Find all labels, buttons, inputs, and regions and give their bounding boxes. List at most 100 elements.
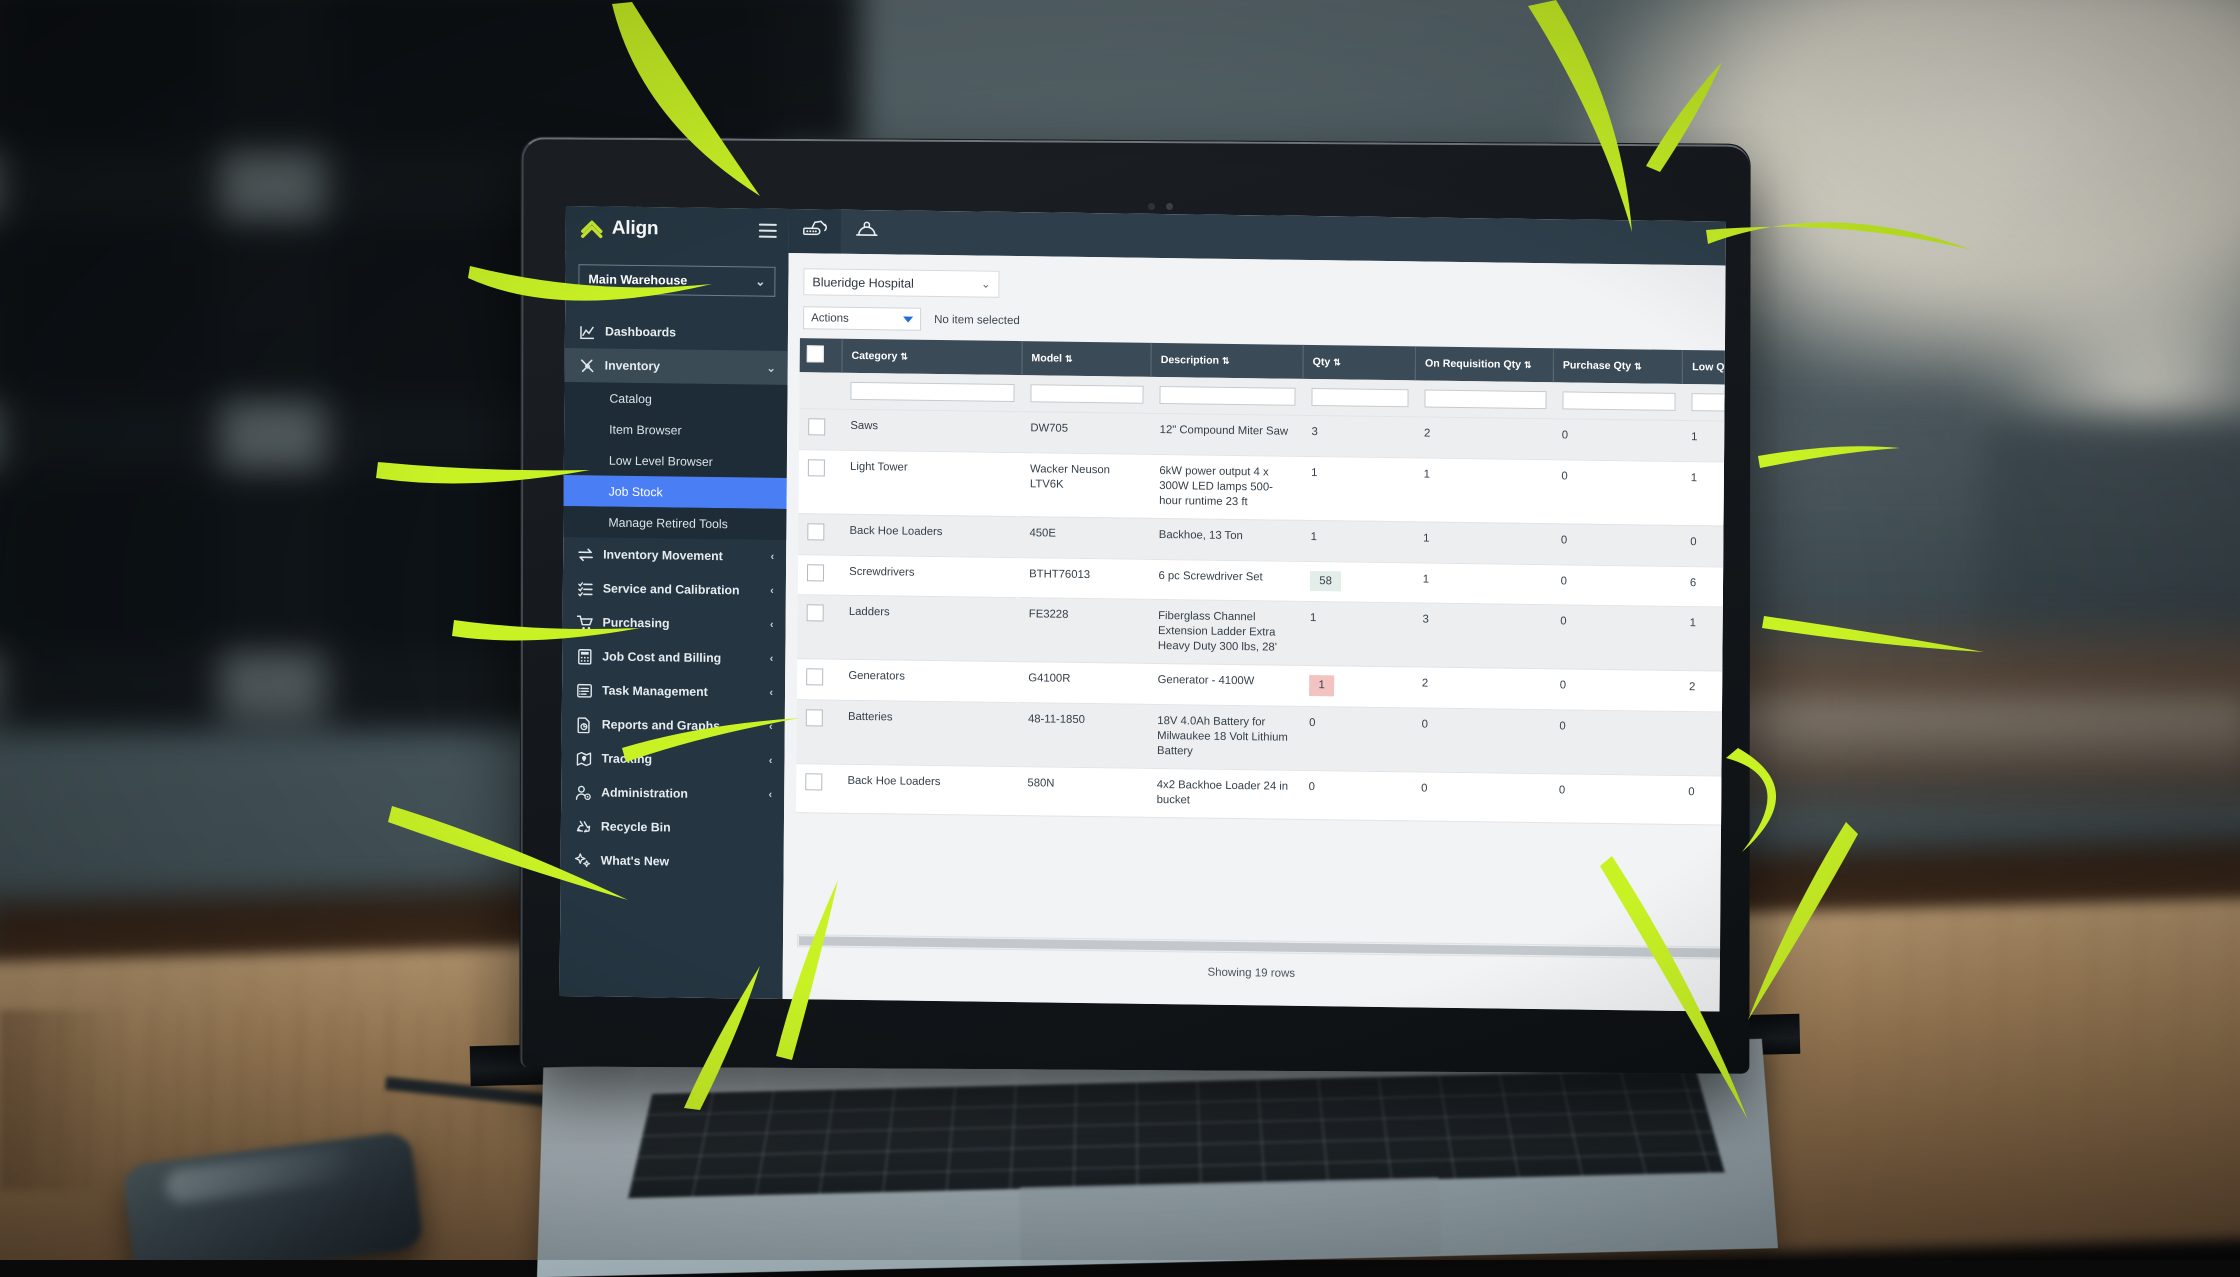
column-header-qty[interactable]: Qty⇅: [1303, 345, 1416, 381]
filter-input-purchase-qty[interactable]: [1562, 391, 1675, 411]
job-stock-table: Category⇅Model⇅Description⇅Qty⇅On Requis…: [796, 338, 1726, 826]
sort-arrows-icon[interactable]: ⇅: [1333, 358, 1341, 367]
filter-cell: [1415, 380, 1553, 418]
row-checkbox[interactable]: [807, 564, 824, 581]
select-all-checkbox[interactable]: [807, 345, 824, 362]
webcam-led-icon: [1166, 203, 1173, 210]
list-box-icon: [576, 682, 593, 699]
cell-purchase-qty: 0: [1550, 710, 1680, 775]
sidebar-item-label: What's New: [601, 854, 670, 869]
filter-input-description[interactable]: [1160, 386, 1296, 406]
tab-excavator[interactable]: [789, 209, 841, 254]
cell-low-qty: 0: [1681, 525, 1726, 568]
sidebar-item-reports-and-graphs[interactable]: Reports and Graphs‹: [562, 707, 785, 744]
chevron-down-icon: ⌄: [981, 278, 990, 291]
row-checkbox[interactable]: [808, 459, 825, 476]
row-checkbox[interactable]: [806, 668, 823, 685]
sidebar-item-task-management[interactable]: Task Management‹: [562, 673, 785, 710]
row-checkbox[interactable]: [807, 523, 824, 540]
filter-input-on-requisition-qty[interactable]: [1424, 390, 1546, 410]
row-select-cell[interactable]: [798, 513, 841, 554]
shopping-cart-icon: [577, 614, 594, 631]
actions-dropdown[interactable]: Actions: [803, 306, 921, 331]
hamburger-menu-icon[interactable]: [759, 224, 777, 238]
cell-category: Generators: [839, 659, 1019, 702]
row-checkbox[interactable]: [807, 605, 824, 622]
row-select-cell[interactable]: [799, 409, 842, 450]
row-select-cell[interactable]: [799, 450, 842, 514]
sidebar-item-inventory[interactable]: Inventory⌄: [565, 348, 788, 385]
row-select-cell[interactable]: [797, 659, 840, 700]
column-header-description[interactable]: Description⇅: [1151, 343, 1303, 379]
column-header-model[interactable]: Model⇅: [1022, 341, 1152, 377]
sort-arrows-icon[interactable]: ⇅: [900, 352, 908, 361]
sidebar-subitem-item-browser[interactable]: Item Browser: [564, 413, 787, 447]
cell-purchase-qty: 0: [1552, 523, 1682, 566]
sort-arrows-icon[interactable]: ⇅: [1524, 361, 1532, 370]
cell-category: Batteries: [839, 700, 1019, 766]
cell-on-requisition-qty: 3: [1413, 603, 1551, 669]
cell-on-requisition-qty: 0: [1412, 772, 1550, 823]
map-pin-icon: [575, 750, 592, 767]
main-content: Blueridge Hospital ⌄ Actions No item sel…: [783, 253, 1726, 1012]
row-checkbox[interactable]: [805, 773, 822, 790]
hard-hat-icon: [854, 218, 880, 245]
row-checkbox[interactable]: [806, 709, 823, 726]
column-header-low-qty[interactable]: Low Qty⇅: [1683, 350, 1726, 386]
filter-input-category[interactable]: [851, 382, 1015, 402]
sidebar-item-service-and-calibration[interactable]: Service and Calibration‹: [563, 571, 786, 608]
sort-arrows-icon[interactable]: ⇅: [1634, 362, 1642, 371]
cell-on-requisition-qty: 2: [1415, 417, 1553, 460]
filter-input-model[interactable]: [1031, 384, 1144, 404]
row-select-cell[interactable]: [798, 554, 841, 595]
data-grid-wrapper: Category⇅Model⇅Description⇅Qty⇅On Requis…: [795, 338, 1726, 1011]
sidebar-item-purchasing[interactable]: Purchasing‹: [562, 605, 785, 642]
job-selector[interactable]: Blueridge Hospital ⌄: [803, 268, 999, 298]
cell-purchase-qty: 0: [1551, 669, 1681, 712]
column-header-category[interactable]: Category⇅: [842, 339, 1022, 375]
row-select-cell[interactable]: [796, 763, 839, 812]
sidebar-subitem-label: Manage Retired Tools: [608, 515, 728, 531]
warehouse-selector[interactable]: Main Warehouse ⌄: [578, 264, 775, 297]
cell-description: 6 pc Screwdriver Set: [1149, 559, 1301, 602]
cell-category: Screwdrivers: [840, 555, 1020, 598]
filter-input-low-qty[interactable]: [1691, 393, 1726, 412]
sidebar-item-label: Tracking: [601, 752, 652, 767]
filter-input-qty[interactable]: [1312, 388, 1409, 407]
action-row: Actions No item selected: [803, 306, 1020, 332]
sidebar-item-label: Administration: [601, 786, 688, 801]
sort-arrows-icon[interactable]: ⇅: [1065, 355, 1073, 364]
recycle-icon: [575, 818, 592, 835]
row-checkbox[interactable]: [808, 418, 825, 435]
tab-hard-hat[interactable]: [841, 210, 893, 255]
sidebar-item-what-s-new[interactable]: What's New: [560, 843, 783, 880]
sidebar-item-job-cost-and-billing[interactable]: Job Cost and Billing‹: [562, 639, 785, 676]
laptop-trackpad: [1019, 1177, 1441, 1265]
select-all-header[interactable]: [800, 338, 842, 373]
cell-model: DW705: [1021, 412, 1151, 455]
sidebar-item-dashboards[interactable]: Dashboards: [565, 314, 788, 351]
sort-arrows-icon[interactable]: ⇅: [1222, 357, 1230, 366]
sidebar-item-inventory-movement[interactable]: Inventory Movement‹: [563, 537, 786, 574]
column-header-label: Qty: [1313, 356, 1331, 368]
sidebar-subitem-job-stock[interactable]: Job Stock: [564, 475, 787, 509]
sidebar-subitem-catalog[interactable]: Catalog: [564, 382, 787, 416]
sidebar-subitem-low-level-browser[interactable]: Low Level Browser: [564, 444, 787, 478]
sidebar-subitem-manage-retired-tools[interactable]: Manage Retired Tools: [563, 506, 786, 540]
row-select-cell[interactable]: [797, 595, 840, 659]
column-header-on-requisition-qty[interactable]: On Requisition Qty⇅: [1415, 346, 1553, 382]
row-select-cell[interactable]: [796, 700, 839, 764]
cell-description: 6kW power output 4 x 300W LED lamps 500-…: [1150, 454, 1302, 520]
sidebar-nav: DashboardsInventory⌄ Catalog Item BrowserL…: [560, 314, 788, 880]
filter-cell: [1021, 375, 1151, 413]
checklist-icon: [577, 580, 594, 597]
sidebar-item-tracking[interactable]: Tracking‹: [561, 741, 784, 778]
filter-cell: [1303, 379, 1416, 417]
sidebar-item-administration[interactable]: Administration‹: [561, 775, 784, 812]
sidebar-item-recycle-bin[interactable]: Recycle Bin: [561, 809, 784, 846]
sidebar-subitem-label: Catalog: [609, 391, 652, 406]
cell-category: Back Hoe Loaders: [838, 764, 1018, 815]
cell-model: Wacker Neuson LTV6K: [1021, 453, 1151, 518]
column-header-purchase-qty[interactable]: Purchase Qty⇅: [1553, 348, 1683, 384]
cell-on-requisition-qty: 2: [1413, 667, 1551, 710]
